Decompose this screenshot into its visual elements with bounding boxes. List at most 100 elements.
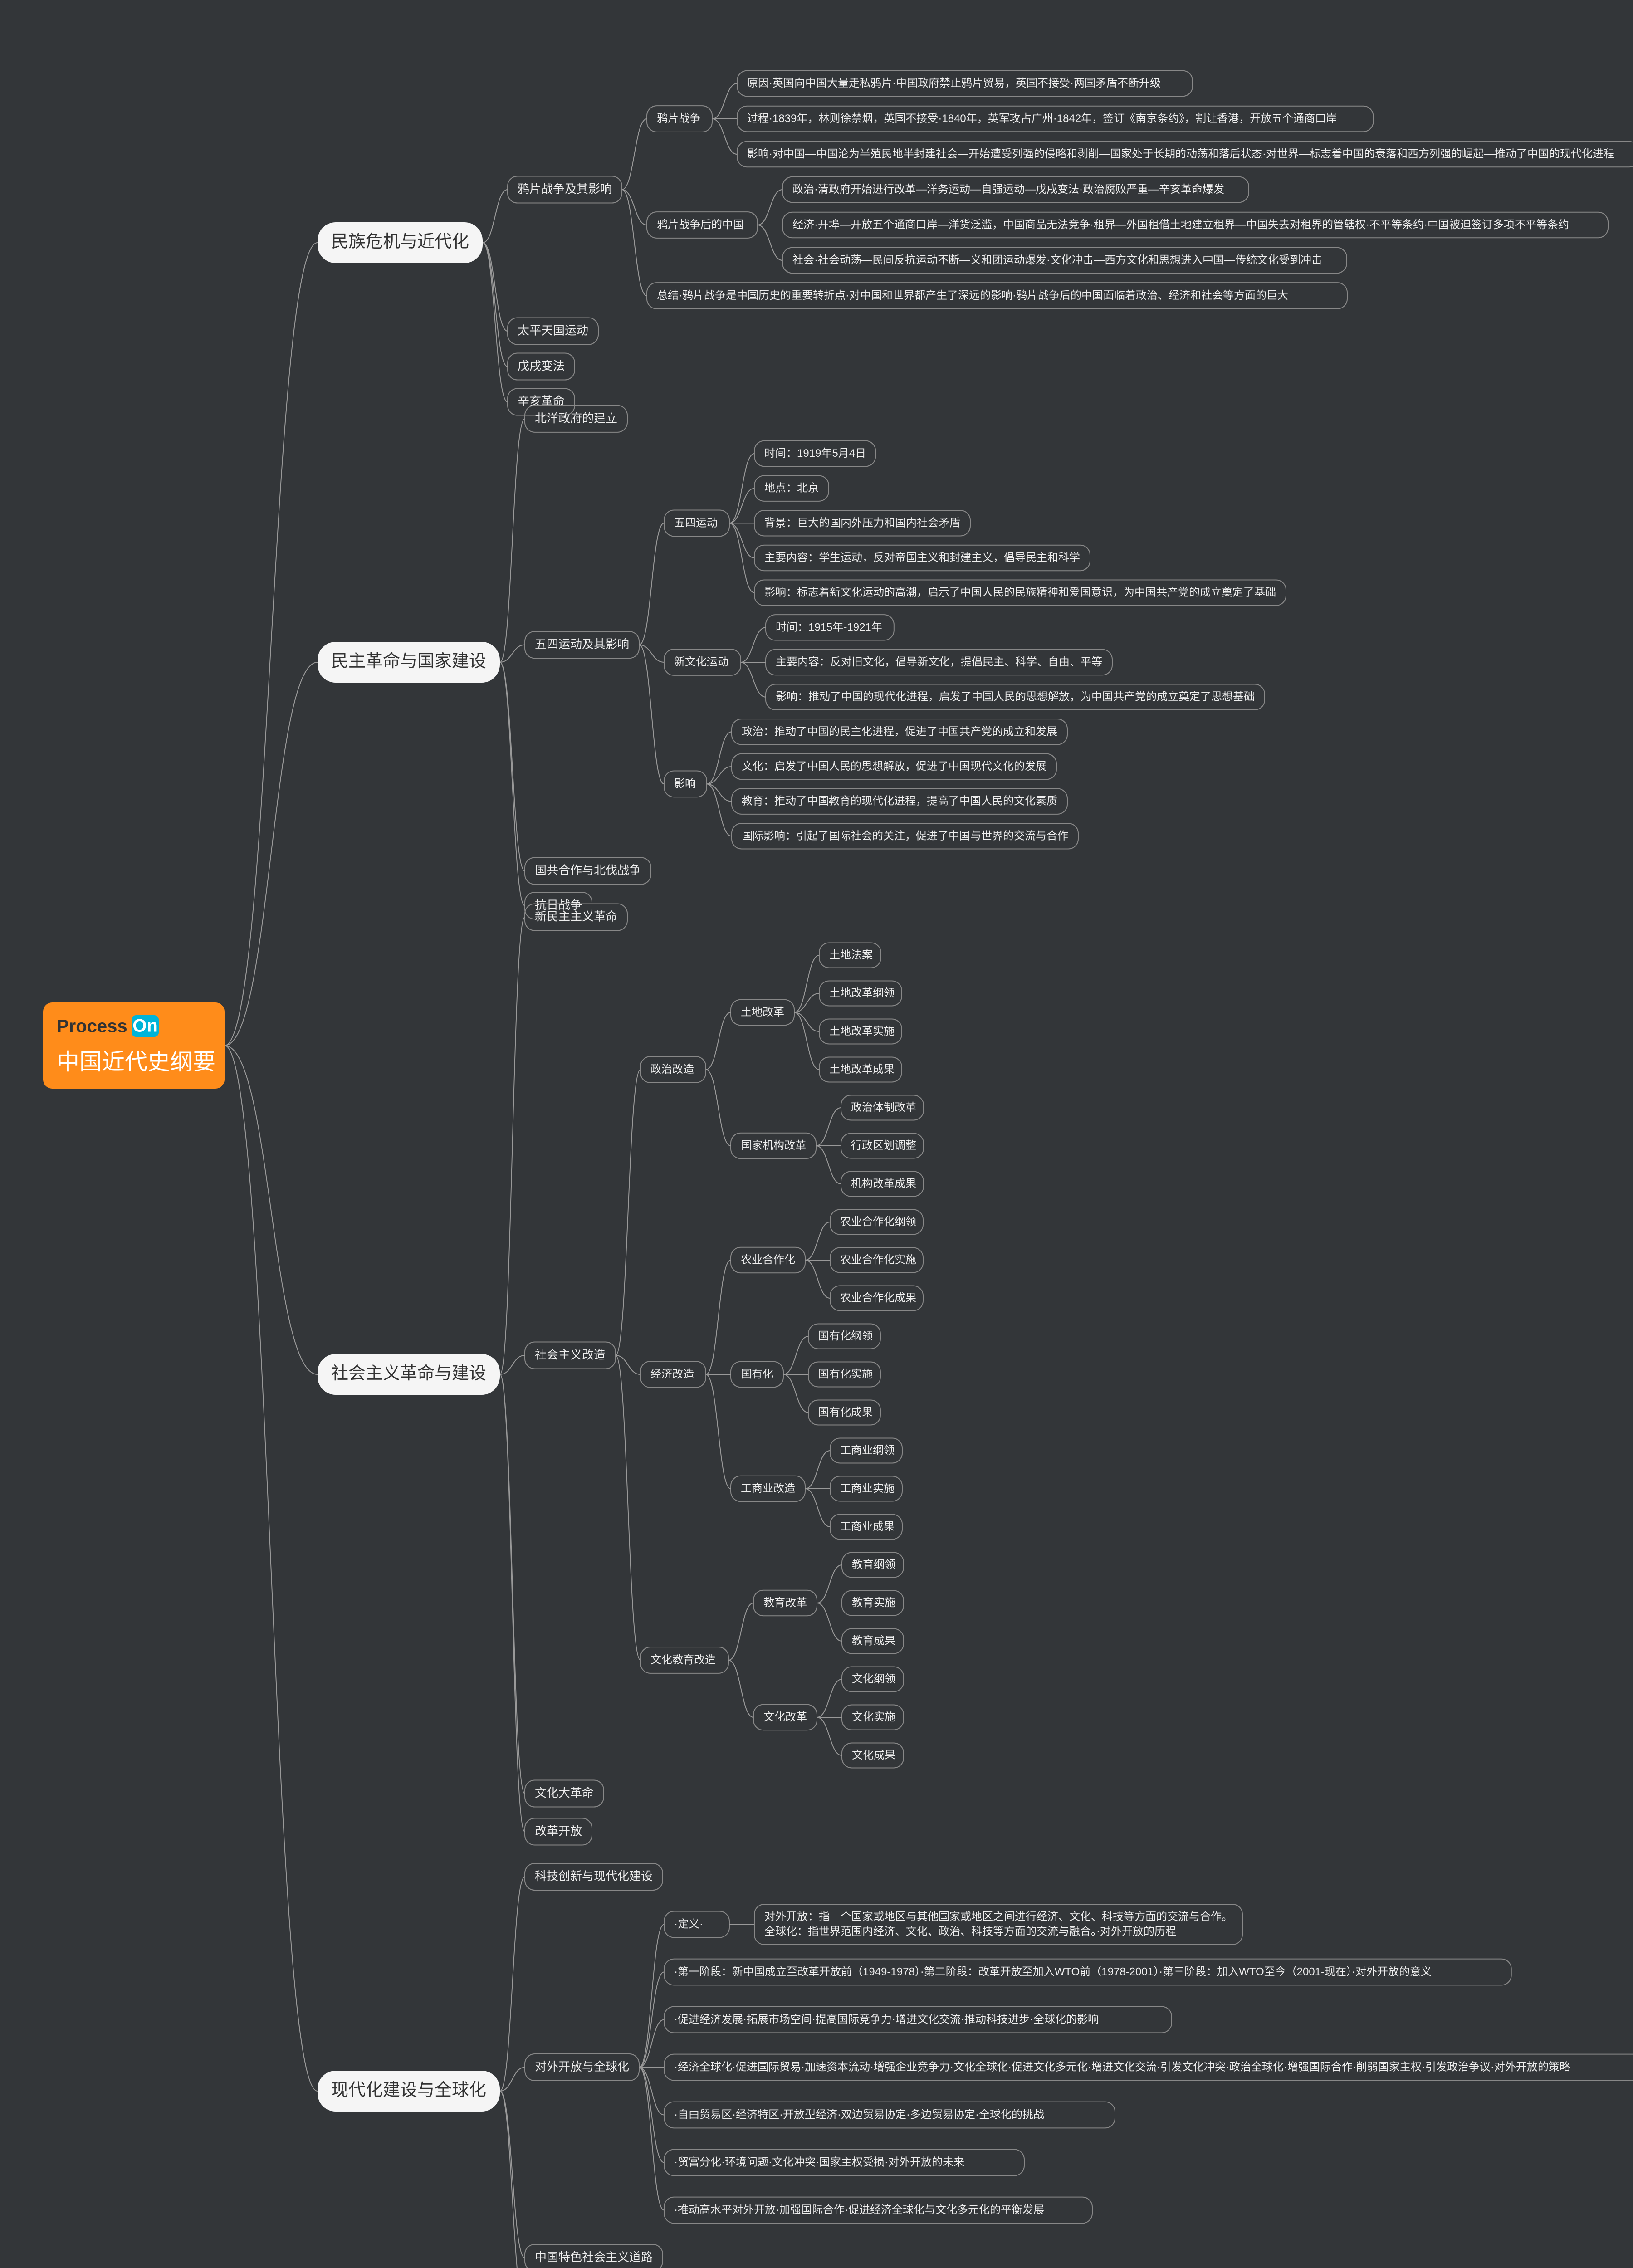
node-label: ·促进经济发展·拓展市场空间·提高国际竞争力·增进文化交流·推动科技进步·全球化…	[674, 2013, 1099, 2025]
connector	[483, 243, 508, 367]
node-label: 过程·1839年，林则徐禁烟，英国不接受·1840年，英军攻占广州·1842年，…	[747, 112, 1337, 125]
connector	[805, 1260, 830, 1298]
node-label: 对外开放：指一个国家或地区与其他国家或地区之间进行经济、文化、科技等方面的交流与…	[764, 1911, 1232, 1923]
node-label: 工商业成果	[840, 1520, 895, 1533]
node-label: 国有化实施	[818, 1368, 873, 1380]
connector	[500, 1877, 525, 2092]
connector	[706, 1260, 731, 1374]
connector	[758, 190, 782, 225]
node-label: 辛亥革命	[518, 395, 565, 408]
node-label: 总结·鸦片战争是中国历史的重要转折点·对中国和世界都产生了深远的影响·鸦片战争后…	[657, 289, 1288, 302]
connector	[500, 2068, 525, 2092]
connector	[728, 1660, 753, 1717]
connector	[729, 523, 754, 592]
node-label: 国有化成果	[818, 1406, 873, 1418]
connector	[706, 1070, 731, 1146]
connector	[500, 2091, 525, 2258]
node-label: 五四运动及其影响	[535, 637, 629, 651]
node-label: 教育：推动了中国教育的现代化进程，提高了中国人民的文化素质	[742, 795, 1057, 807]
node-label: 国际影响：引起了国际社会的关注，促进了中国与世界的交流与合作	[742, 830, 1068, 842]
node-label: 对外开放与全球化	[535, 2060, 629, 2073]
node-label: 文化大革命	[535, 1786, 594, 1800]
node-label: 社会·社会动荡—民间反抗运动不断—义和团运动爆发·文化冲击—西方文化和思想进入中…	[792, 254, 1322, 266]
connector	[805, 1222, 830, 1260]
node-label: 国有化纲领	[818, 1330, 873, 1342]
connector	[817, 1717, 842, 1755]
node-label: 社会主义改造	[535, 1348, 606, 1362]
root-node[interactable]	[43, 1002, 225, 1089]
node-label: 农业合作化成果	[840, 1292, 916, 1304]
node-label: 鸦片战争及其影响	[518, 182, 612, 196]
node-label: ·定义·	[674, 1918, 703, 1930]
node-label: 政治·清政府开始进行改革—洋务运动—自强运动—戊戌变法·政治腐败严重—辛亥革命爆…	[792, 183, 1224, 196]
node-label: 时间：1919年5月4日	[764, 447, 866, 459]
connector	[622, 190, 647, 296]
node-label: 新民主主义革命	[535, 910, 617, 924]
node-label: 影响·对中国—中国沦为半殖民地半封建社会—开始遭受列强的侵略和剥削—国家处于长期…	[747, 148, 1614, 160]
node-label: 背景：巨大的国内外压力和国内社会矛盾	[764, 517, 960, 529]
node-label: 工商业改造	[741, 1482, 795, 1495]
node-label: 科技创新与现代化建设	[535, 1869, 653, 1883]
node-label: 农业合作化纲领	[840, 1216, 916, 1228]
node-label: 时间：1915年-1921年	[776, 621, 882, 633]
connector	[500, 917, 525, 1374]
node-label: 土地改革实施	[829, 1025, 895, 1037]
connector	[616, 1355, 640, 1660]
node-label: 工商业纲领	[840, 1444, 895, 1457]
connector	[741, 627, 766, 662]
node-label: 国家机构改革	[741, 1139, 806, 1152]
node-label: 土地改革纲领	[829, 987, 895, 999]
connector	[816, 1108, 841, 1146]
connector	[483, 190, 508, 243]
connector	[483, 243, 508, 402]
node-label: ·推动高水平对外开放·加强国际合作·促进经济全球化与文化多元化的平衡发展	[674, 2204, 1044, 2216]
node-label: 机构改革成果	[851, 1178, 916, 1190]
node-label: 全球化：指世界范围内经济、文化、政治、科技等方面的交流与融合。·对外开放的历程	[764, 1926, 1176, 1938]
branch-label: 民主革命与国家建设	[331, 652, 486, 671]
node-label: 文化改革	[763, 1711, 807, 1723]
connector	[639, 645, 664, 784]
connector	[783, 1336, 808, 1374]
node-label: 中国特色社会主义道路	[535, 2250, 653, 2264]
node-label: 改革开放	[535, 1824, 582, 1838]
connector	[622, 119, 647, 190]
node-label: 文化教育改造	[650, 1654, 716, 1666]
node-label: 文化实施	[852, 1711, 895, 1723]
connector	[500, 662, 525, 906]
connector	[500, 1374, 525, 1794]
connector	[639, 645, 664, 662]
connector	[225, 1046, 318, 1374]
connector	[639, 1925, 664, 2068]
node-label: 鸦片战争	[657, 112, 700, 125]
connector	[794, 1012, 819, 1070]
connector	[225, 1046, 318, 2091]
connector	[817, 1565, 842, 1603]
connector	[707, 784, 732, 801]
svg-text:On: On	[132, 1016, 158, 1036]
connector	[729, 523, 754, 558]
node-label: 政治改造	[650, 1063, 694, 1075]
node-label: 农业合作化实施	[840, 1254, 916, 1266]
connector	[622, 190, 647, 225]
connector	[817, 1603, 842, 1641]
node-label: 政治：推动了中国的民主化进程，促进了中国共产党的成立和发展	[742, 725, 1057, 738]
node-label: ·自由贸易区·经济特区·开放型经济·双边贸易协定·多边贸易协定·全球化的挑战	[674, 2108, 1044, 2121]
connector	[225, 662, 318, 1046]
connector	[706, 1012, 731, 1070]
node-label: 教育纲领	[852, 1559, 895, 1571]
connector	[816, 1146, 841, 1184]
connector	[794, 1012, 819, 1031]
connector	[639, 2068, 664, 2210]
connector	[805, 1489, 830, 1527]
logo-text: Process	[57, 1017, 127, 1036]
connector	[712, 119, 737, 154]
connector	[712, 83, 737, 119]
node-label: 影响：推动了中国的现代化进程，启发了中国人民的思想解放，为中国共产党的成立奠定了…	[776, 691, 1255, 703]
node-label: 政治体制改革	[851, 1101, 916, 1114]
node-label: ·经济全球化·促进国际贸易·加速资本流动·增强企业竞争力·文化全球化·促进文化多…	[674, 2061, 1570, 2073]
node-label: 地点：北京	[764, 482, 819, 494]
connector	[500, 662, 525, 871]
node-label: 国共合作与北伐战争	[535, 864, 641, 877]
connector	[639, 2068, 664, 2163]
node-label: 戊戌变法	[518, 359, 565, 373]
